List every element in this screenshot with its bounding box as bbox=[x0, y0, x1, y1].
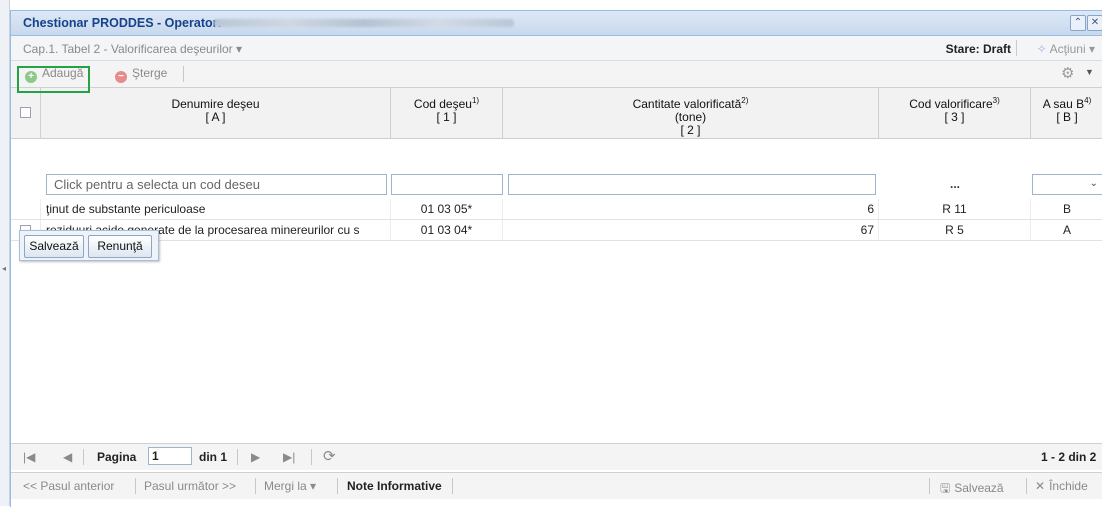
remove-icon: − bbox=[115, 71, 127, 83]
divider bbox=[83, 449, 84, 465]
divider bbox=[1026, 478, 1027, 494]
operator-name-obscured bbox=[214, 19, 514, 27]
last-page-icon[interactable]: ▶| bbox=[283, 450, 295, 464]
delete-button[interactable]: − Şterge bbox=[115, 66, 167, 83]
column-header-a-sau-b[interactable]: A sau B4) [ B ] bbox=[1031, 88, 1102, 138]
status-badge: Stare: Draft bbox=[945, 42, 1011, 56]
wizard-footer: << Pasul anterior Pasul următor >> Mergi… bbox=[11, 472, 1102, 499]
close-icon: ✕ bbox=[1035, 479, 1046, 493]
close-icon[interactable]: ✕ bbox=[1087, 15, 1102, 31]
waste-name-input[interactable]: Click pentru a selecta un cod deseu bbox=[46, 174, 387, 195]
grid-header: Denumire deşeu [ A ] Cod deşeu1) [ 1 ] C… bbox=[11, 88, 1102, 139]
cell-a-sau-b: B bbox=[1062, 202, 1071, 216]
divider bbox=[452, 478, 453, 494]
save-row-button[interactable]: Salvează bbox=[24, 235, 84, 258]
recovery-code-picker[interactable]: ... bbox=[879, 174, 1031, 195]
cell-cantitate: 67 bbox=[503, 220, 879, 240]
chevron-down-icon[interactable]: ▼ bbox=[1085, 67, 1094, 77]
cell-cod-deseu: 01 03 04* bbox=[391, 220, 503, 240]
column-header-cod-deseu[interactable]: Cod deşeu1) [ 1 ] bbox=[391, 88, 503, 138]
waste-code-input[interactable] bbox=[391, 174, 503, 195]
page-count: din 1 bbox=[199, 450, 228, 464]
row-editor: Click pentru a selecta un cod deseu ... … bbox=[11, 172, 1102, 197]
gear-icon[interactable]: ⚙ bbox=[1061, 64, 1074, 82]
chevron-down-icon: ⌄ bbox=[1089, 178, 1098, 189]
window-titlebar: Chestionar PRODDES - Operator: ⌃ ✕ bbox=[11, 11, 1102, 36]
quantity-input[interactable] bbox=[508, 174, 876, 195]
previous-step-button[interactable]: << Pasul anterior bbox=[23, 479, 114, 493]
cell-cod-valorificare: R 11 bbox=[879, 199, 1031, 219]
table-row[interactable]: reziduuri acide generate de la procesare… bbox=[11, 220, 1102, 241]
cell-cod-deseu: 01 03 05* bbox=[391, 199, 503, 219]
divider bbox=[337, 478, 338, 494]
section-selector[interactable]: Cap.1. Tabel 2 - Valorificarea deşeurilo… bbox=[23, 42, 242, 56]
expand-arrow-icon[interactable]: ◂ bbox=[2, 264, 6, 273]
column-header-cantitate[interactable]: Cantitate valorificată2) (tone) [ 2 ] bbox=[503, 88, 879, 138]
page-label: Pagina bbox=[97, 450, 137, 464]
pagination-bar: |◀ ◀ Pagina 1 din 1 ▶ ▶| ⟳ 1 - 2 din 2 bbox=[11, 443, 1102, 470]
record-count: 1 - 2 din 2 bbox=[1041, 450, 1097, 464]
page-number-input[interactable]: 1 bbox=[148, 447, 192, 465]
save-button[interactable]: 🖫 Salvează bbox=[940, 479, 1004, 500]
divider bbox=[929, 478, 930, 494]
column-header-cod-valorificare[interactable]: Cod valorificare3) [ 3 ] bbox=[879, 88, 1031, 138]
divider bbox=[1016, 40, 1017, 56]
go-to-menu[interactable]: Mergi la ▾ bbox=[264, 479, 316, 493]
window-title: Chestionar PRODDES - Operator: bbox=[23, 16, 222, 30]
add-button-highlight bbox=[17, 66, 90, 93]
grid-toolbar: + Adaugă − Şterge ⚙ ▼ bbox=[11, 61, 1102, 88]
column-header-denumire[interactable]: Denumire deşeu [ A ] bbox=[41, 88, 391, 138]
collapsed-side-panel[interactable]: ◂ bbox=[0, 0, 10, 506]
cell-cod-valorificare: R 5 bbox=[879, 220, 1031, 240]
a-or-b-select[interactable]: ⌄ bbox=[1032, 174, 1102, 195]
section-bar: Cap.1. Tabel 2 - Valorificarea deşeurilo… bbox=[11, 36, 1102, 61]
info-notes-button[interactable]: Note Informative bbox=[347, 479, 442, 493]
floppy-disk-icon: 🖫 bbox=[940, 481, 951, 495]
cell-a-sau-b: A bbox=[1062, 223, 1071, 237]
actions-menu[interactable]: ✧ Acţiuni ▾ bbox=[1037, 42, 1095, 56]
select-all-cell bbox=[11, 88, 41, 138]
previous-page-icon[interactable]: ◀ bbox=[63, 450, 72, 464]
first-page-icon[interactable]: |◀ bbox=[23, 450, 35, 464]
cancel-row-button[interactable]: Renunţă bbox=[88, 235, 152, 258]
next-step-button[interactable]: Pasul următor >> bbox=[144, 479, 236, 493]
next-page-icon[interactable]: ▶ bbox=[251, 450, 260, 464]
select-all-checkbox[interactable] bbox=[20, 107, 31, 118]
table-row[interactable]: ţinut de substante periculoase 01 03 05*… bbox=[11, 199, 1102, 220]
divider bbox=[255, 478, 256, 494]
cell-denumire: ţinut de substante periculoase bbox=[41, 199, 391, 219]
collapse-icon[interactable]: ⌃ bbox=[1070, 15, 1086, 31]
divider bbox=[135, 478, 136, 494]
close-button[interactable]: ✕ Închide bbox=[1035, 479, 1088, 493]
sparkle-icon: ✧ bbox=[1036, 42, 1047, 56]
questionnaire-window: Chestionar PRODDES - Operator: ⌃ ✕ Cap.1… bbox=[10, 10, 1102, 507]
divider bbox=[183, 66, 184, 82]
row-editor-buttons: Salvează Renunţă bbox=[19, 230, 159, 261]
divider bbox=[237, 449, 238, 465]
cell-cantitate: 6 bbox=[503, 199, 879, 219]
refresh-icon[interactable]: ⟳ bbox=[323, 447, 336, 465]
divider bbox=[311, 449, 312, 465]
